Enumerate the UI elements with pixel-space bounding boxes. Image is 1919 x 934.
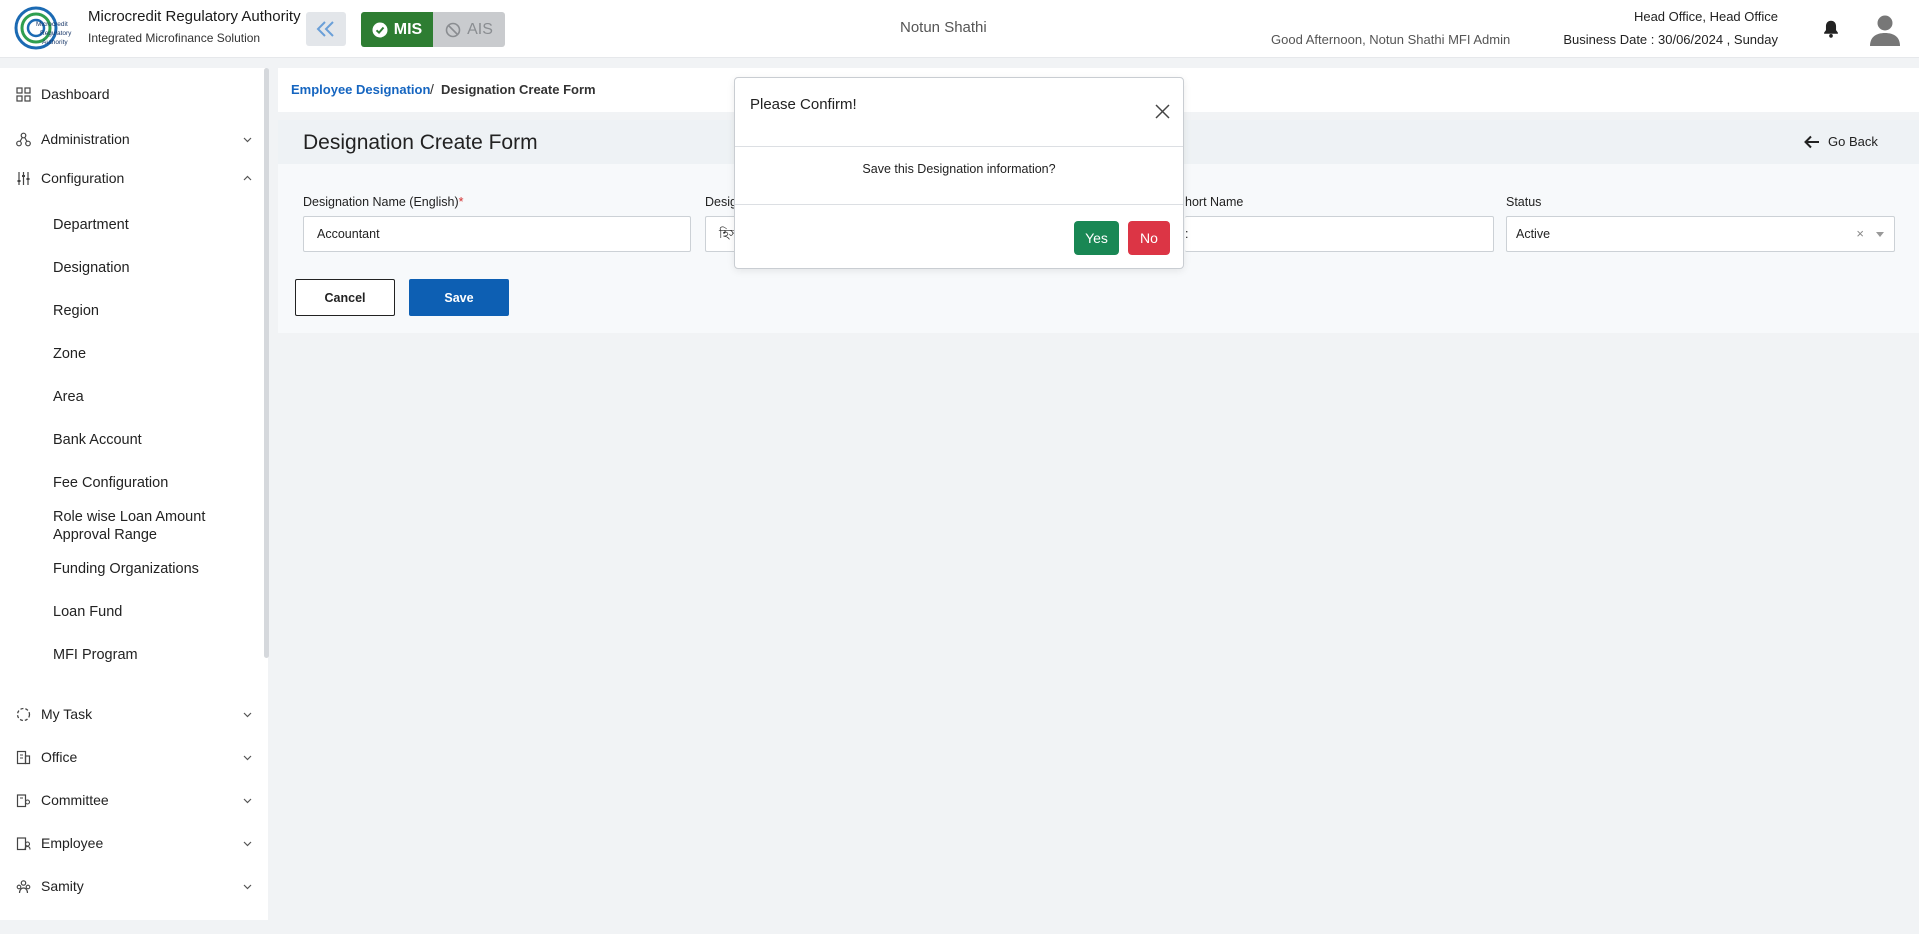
sidebar-subitem-area[interactable]: Area (53, 388, 84, 406)
sidebar-subitem-zone[interactable]: Zone (53, 345, 86, 363)
ban-icon (445, 22, 461, 37)
sidebar-item-employee[interactable]: Employee (0, 826, 262, 860)
dashed-circle-icon (16, 707, 31, 721)
sidebar: Dashboard Administration Configuration D… (0, 68, 269, 920)
svg-text:Authority: Authority (42, 39, 68, 46)
chevron-down-icon (243, 841, 252, 846)
brand-title: Microcredit Regulatory Authority (88, 8, 301, 25)
sidebar-item-label: Office (41, 749, 78, 765)
label-text: Designation Name (English) (303, 195, 459, 209)
yes-button[interactable]: Yes (1074, 221, 1119, 255)
svg-text:Microcredit: Microcredit (36, 21, 68, 28)
go-back-label: Go Back (1828, 134, 1878, 149)
cancel-button[interactable]: Cancel (295, 279, 395, 316)
double-chevron-left-icon (316, 21, 334, 37)
designation-name-en-label: Designation Name (English)* (303, 195, 464, 209)
building-icon (16, 750, 31, 764)
chevron-down-icon (243, 884, 252, 889)
svg-text:Regulatory: Regulatory (40, 30, 72, 37)
network-icon (16, 132, 31, 146)
sidebar-scrollbar[interactable] (264, 68, 269, 658)
sidebar-item-dashboard[interactable]: Dashboard (0, 77, 262, 111)
sidebar-subitem-bank-account[interactable]: Bank Account (53, 431, 142, 449)
close-icon[interactable] (1155, 104, 1170, 119)
dialog-divider (735, 204, 1183, 205)
chevron-down-icon (243, 712, 252, 717)
organization-name: Notun Shathi (900, 19, 987, 36)
clear-selection-icon[interactable]: × (1856, 217, 1864, 251)
sidebar-subitem-region[interactable]: Region (53, 302, 99, 320)
no-button[interactable]: No (1128, 221, 1170, 255)
confirm-dialog: Please Confirm! Save this Designation in… (734, 77, 1184, 269)
office-name: Head Office, Head Office (1633, 9, 1778, 24)
bell-icon[interactable] (1820, 18, 1842, 40)
designation-name-bn-label: Desig (705, 195, 737, 209)
greeting-text: Good Afternoon, Notun Shathi MFI Admin (1271, 32, 1511, 47)
top-header: Microcredit Regulatory Authority Microcr… (0, 0, 1919, 58)
breadcrumb-current: Designation Create Form (441, 82, 596, 97)
status-selected-value: Active (1516, 227, 1551, 241)
user-avatar[interactable] (1868, 12, 1902, 46)
sidebar-item-label: Dashboard (41, 86, 110, 102)
sidebar-subitem-designation[interactable]: Designation (53, 259, 130, 277)
sidebar-item-office[interactable]: Office (0, 740, 262, 774)
sidebar-subitem-loan-approval-range[interactable]: Role wise Loan Amount Approval Range (53, 508, 233, 544)
sidebar-item-samity[interactable]: Samity (0, 869, 262, 903)
sidebar-item-label: My Task (41, 706, 93, 722)
sliders-icon (17, 171, 30, 185)
go-back-button[interactable]: Go Back (1804, 134, 1878, 149)
chevron-up-icon (243, 175, 252, 180)
short-name-input[interactable]: : (1185, 216, 1494, 252)
chevron-down-icon (243, 798, 252, 803)
sidebar-item-label: Samity (41, 878, 84, 894)
sidebar-item-configuration[interactable]: Configuration (0, 161, 262, 195)
grid-icon (16, 86, 31, 102)
short-name-label: hort Name (1185, 195, 1244, 209)
mis-label: MIS (393, 20, 423, 38)
status-label: Status (1506, 195, 1542, 209)
module-switch: MIS AIS (361, 12, 505, 47)
mis-mode-button[interactable]: MIS (361, 12, 433, 47)
business-date: Business Date : 30/06/2024 , Sunday (1563, 32, 1778, 47)
committee-icon (16, 793, 31, 807)
mra-logo: Microcredit Regulatory Authority (14, 6, 72, 50)
sidebar-item-my-task[interactable]: My Task (0, 697, 262, 731)
sidebar-item-administration[interactable]: Administration (0, 122, 262, 156)
sidebar-subitem-mfi-program[interactable]: MFI Program (53, 646, 138, 664)
breadcrumb-employee-designation-link[interactable]: Employee Designation (291, 82, 430, 97)
chevron-down-icon (243, 755, 252, 760)
ais-mode-button[interactable]: AIS (433, 12, 505, 47)
sidebar-subitem-department[interactable]: Department (53, 216, 129, 234)
sidebar-item-label: Configuration (41, 170, 125, 186)
chevron-down-icon (243, 137, 252, 142)
group-icon (16, 879, 31, 893)
save-button[interactable]: Save (409, 279, 509, 316)
sidebar-collapse-button[interactable] (306, 12, 346, 46)
status-select[interactable]: Active × (1506, 216, 1895, 252)
ais-label: AIS (467, 20, 493, 38)
dialog-divider (735, 146, 1183, 147)
sidebar-item-label: Administration (41, 131, 130, 147)
breadcrumb-separator: / (430, 81, 434, 97)
brand-subtitle: Integrated Microfinance Solution (88, 31, 261, 45)
arrow-left-icon (1804, 135, 1819, 148)
required-mark: * (458, 195, 464, 209)
sidebar-item-label: Committee (41, 792, 109, 808)
sidebar-item-committee[interactable]: Committee (0, 783, 262, 817)
sidebar-item-label: Employee (41, 835, 104, 851)
caret-down-icon[interactable] (1876, 232, 1884, 237)
sidebar-subitem-funding-organizations[interactable]: Funding Organizations (53, 560, 199, 578)
check-circle-icon (372, 22, 388, 37)
page-title: Designation Create Form (303, 131, 538, 154)
dialog-title: Please Confirm! (750, 96, 857, 113)
sidebar-subitem-loan-fund[interactable]: Loan Fund (53, 603, 122, 621)
designation-name-en-input[interactable]: Accountant (303, 216, 691, 252)
sidebar-subitem-fee-configuration[interactable]: Fee Configuration (53, 474, 168, 492)
employee-icon (16, 836, 31, 850)
dialog-message: Save this Designation information? (862, 162, 1056, 176)
